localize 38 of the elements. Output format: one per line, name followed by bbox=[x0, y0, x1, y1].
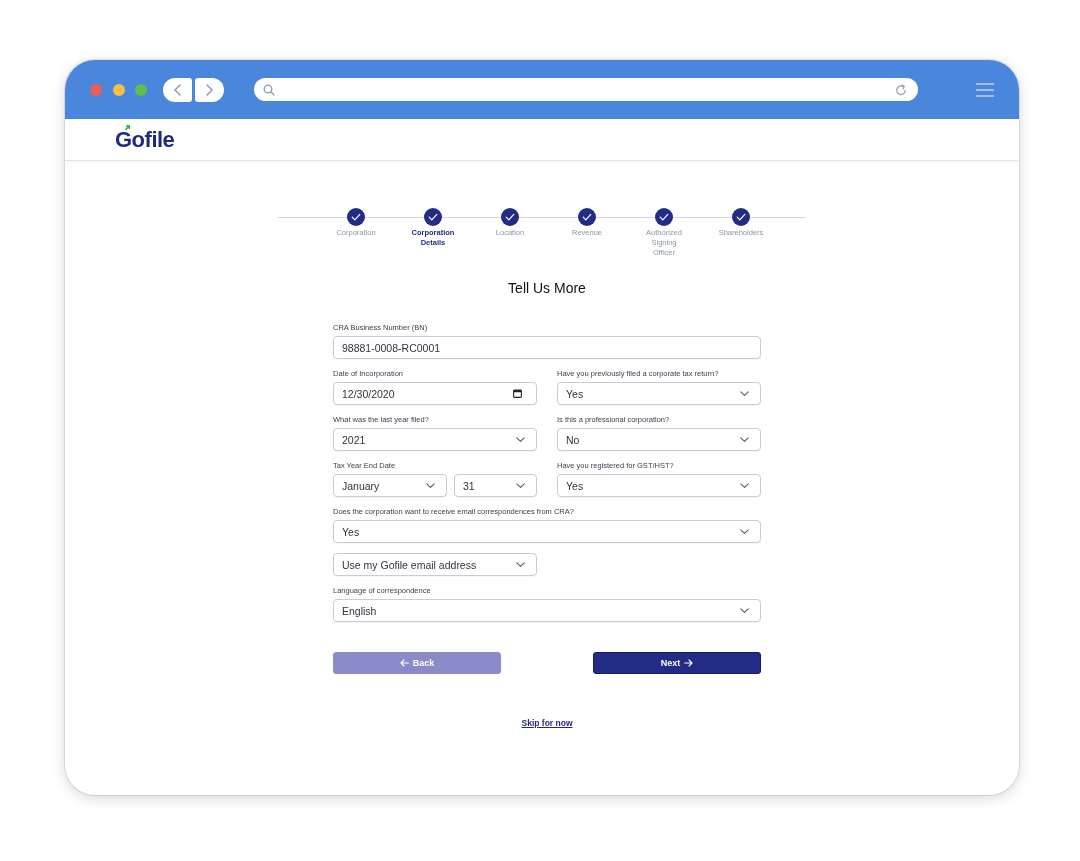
dropdown[interactable]: Use my Gofile email address bbox=[333, 553, 537, 576]
dropdown[interactable]: Yes bbox=[333, 520, 761, 543]
text-field[interactable]: 98881-0008-RC0001 bbox=[333, 336, 761, 359]
forward-nav-button[interactable] bbox=[195, 77, 224, 102]
chevron-down-icon bbox=[740, 608, 749, 613]
logo-text[interactable]: Gofile bbox=[115, 128, 175, 151]
zoom-dot-icon[interactable] bbox=[135, 83, 147, 96]
close-dot-icon[interactable] bbox=[90, 83, 102, 96]
chevron-right-icon bbox=[206, 83, 213, 96]
dropdown[interactable]: English bbox=[333, 599, 761, 622]
chevron-down-icon bbox=[740, 529, 749, 534]
search-icon bbox=[263, 83, 275, 96]
calendar-icon[interactable] bbox=[513, 389, 522, 398]
menu-icon[interactable] bbox=[976, 82, 994, 97]
arrow-right-icon bbox=[684, 659, 694, 667]
chevron-down-icon bbox=[426, 483, 435, 488]
chevron-left-icon bbox=[174, 83, 181, 96]
skip-link[interactable]: Skip for now bbox=[521, 718, 573, 729]
next-button[interactable]: Next bbox=[593, 652, 761, 674]
dropdown[interactable]: No bbox=[557, 428, 761, 451]
chevron-down-icon bbox=[740, 437, 749, 442]
dropdown[interactable]: 2021 bbox=[333, 428, 537, 451]
reload-icon[interactable] bbox=[895, 83, 907, 96]
dropdown[interactable]: 31 bbox=[454, 474, 537, 497]
arrow-icon bbox=[125, 124, 132, 132]
arrow-left-icon bbox=[399, 659, 409, 667]
minimize-dot-icon[interactable] bbox=[112, 83, 125, 96]
dropdown[interactable]: Yes bbox=[557, 382, 761, 405]
chevron-down-icon bbox=[740, 391, 749, 396]
chevron-down-icon bbox=[516, 562, 525, 567]
chevron-down-icon bbox=[740, 483, 749, 488]
date-field[interactable]: 12/30/2020 bbox=[333, 382, 537, 405]
page-title: Tell Us More bbox=[507, 279, 587, 297]
back-nav-button[interactable] bbox=[163, 77, 192, 102]
dropdown[interactable]: January bbox=[333, 474, 447, 497]
chevron-down-icon bbox=[516, 437, 525, 442]
chevron-down-icon bbox=[516, 483, 525, 488]
dropdown[interactable]: Yes bbox=[557, 474, 761, 497]
